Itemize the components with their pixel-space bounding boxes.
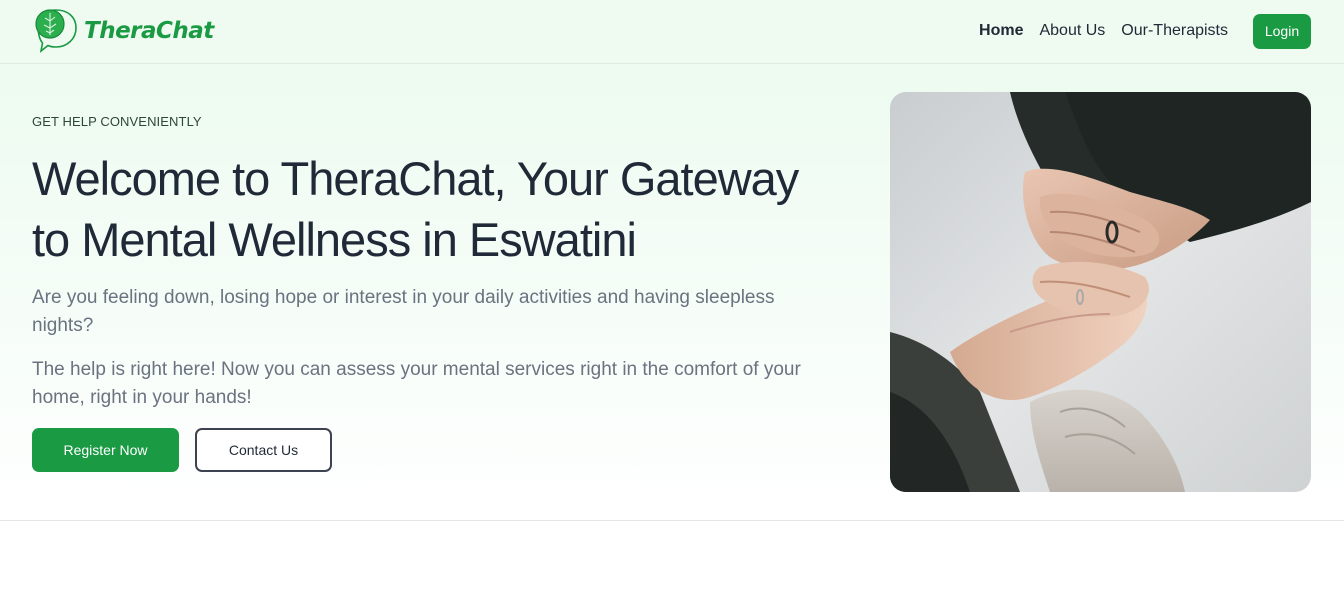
- brand-name: TheraChat: [84, 18, 214, 44]
- logo[interactable]: TheraChat: [32, 7, 214, 55]
- register-now-button[interactable]: Register Now: [32, 428, 179, 472]
- nav-about-us[interactable]: About Us: [1039, 22, 1105, 40]
- nav-our-therapists[interactable]: Our-Therapists: [1121, 22, 1228, 40]
- logo-chat-bubble-icon: [35, 9, 77, 53]
- nav-home[interactable]: Home: [979, 22, 1023, 40]
- hero-paragraph-1: Are you feeling down, losing hope or int…: [32, 287, 775, 336]
- login-button[interactable]: Login: [1253, 13, 1311, 49]
- hero-eyebrow: GET HELP CONVENIENTLY: [32, 114, 202, 129]
- hero-section: GET HELP CONVENIENTLY Welcome to TheraCh…: [0, 64, 1344, 521]
- hero-headline: Welcome to TheraChat, Your Gateway to Me…: [32, 152, 799, 266]
- contact-us-button[interactable]: Contact Us: [195, 428, 332, 472]
- hero-paragraph-2: The help is right here! Now you can asse…: [32, 359, 801, 408]
- main-nav: Home About Us Our-Therapists Login: [979, 13, 1311, 49]
- hero-image: [890, 92, 1311, 492]
- hands-holding-photo: [890, 92, 1311, 492]
- site-header: TheraChat Home About Us Our-Therapists L…: [0, 0, 1344, 64]
